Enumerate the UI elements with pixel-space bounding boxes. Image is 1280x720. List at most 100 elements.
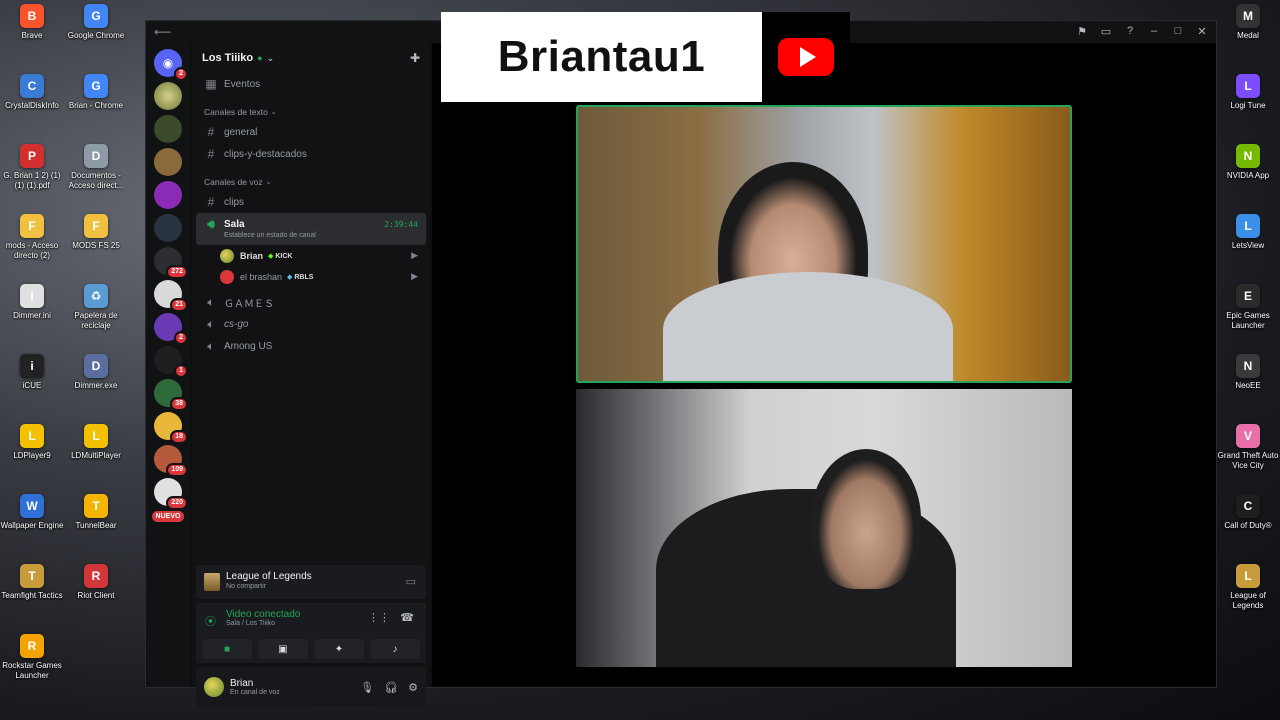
channel-clips-destacados[interactable]: # clips-y-destacados [196,143,426,165]
server-icon[interactable]: 18 [154,412,188,444]
avatar [220,269,234,284]
desktop-icon[interactable]: F MODS FS 25 [64,214,128,251]
channel-status-text[interactable]: Establece un estado de canal [224,232,316,239]
hash-icon: # [207,125,215,139]
headphones-icon[interactable]: 🎧︎ [384,681,398,694]
desktop-icon[interactable]: R Riot Client [64,564,128,601]
server-name: Los Tiiiko [202,52,254,64]
camera-icon: ▶ [411,250,418,260]
desktop-icon[interactable]: T TunnelBear [64,494,128,531]
category-text[interactable]: Canales de texto ⌄ [192,103,430,121]
server-icon[interactable]: 109 [154,445,188,477]
soundboard-button[interactable]: ♪ [370,639,420,659]
bookmark-icon[interactable]: ⚑ [1074,23,1090,39]
desktop-icon[interactable]: Fmods - Acceso directo (2) [0,214,64,261]
maximize-button[interactable]: □ [1170,23,1186,39]
desktop-icon[interactable]: i iCUE [0,354,64,391]
desktop-icon[interactable]: W Wallpaper Engine [0,494,64,531]
new-badge[interactable]: NUEVO [151,511,185,522]
desktop-icon[interactable]: R Rockstar Games Launcher [0,634,64,681]
screen-share-button[interactable]: ▣ [258,639,308,659]
voice-channel-games[interactable]: 🔈︎ ＧＡＭＥＳ [196,291,426,313]
channel-clips[interactable]: # clips [196,191,426,213]
app-icon: R [84,564,108,588]
server-icon[interactable]: 220 [154,478,188,510]
calendar-icon: ▦ [205,77,217,91]
server-icon[interactable]: 21 [154,280,188,312]
minimize-button[interactable]: – [1146,23,1162,39]
desktop-icon[interactable]: L League of Legends [1216,564,1280,611]
voice-user[interactable]: Brian ◆ KICK ▶ [192,245,430,266]
avatar[interactable] [204,677,224,697]
app-icon: V [1236,424,1260,448]
user-tag: ◆ KICK [268,252,292,260]
desktop-icon[interactable]: D Documentos - Acceso direct... [64,144,128,191]
desktop-icon[interactable]: T Teamfight Tactics [0,564,64,601]
screen-share-icon[interactable]: ▭ [406,575,416,588]
camera-button[interactable]: ■ [202,639,252,659]
desktop-icon[interactable]: M Medal [1216,4,1280,41]
back-arrow-icon[interactable]: ⟵ [154,25,171,39]
desktop-icon[interactable]: L LDPlayer9 [0,424,64,461]
desktop-icon[interactable]: P G. Brian 1 2) (1) (1) (1).pdf [0,144,64,191]
desktop-icon[interactable]: G Google Chrome [64,4,128,41]
desktop-icon-label: NeoEE [1235,381,1261,390]
inbox-icon[interactable]: ▭ [1098,23,1114,39]
voice-channel-csgo[interactable]: 🔈︎ cs-go [196,313,426,335]
app-icon: N [1236,144,1260,168]
help-icon[interactable]: ? [1122,23,1138,39]
gear-icon[interactable]: ⚙ [408,681,418,694]
microphone-icon[interactable]: 🎙︎ [360,681,374,694]
desktop-icon[interactable]: L LetsView [1216,214,1280,251]
server-icon[interactable] [154,148,182,176]
desktop-icon[interactable]: N NeoEE [1216,354,1280,391]
desktop-icon[interactable]: E Epic Games Launcher [1216,284,1280,331]
close-button[interactable]: ✕ [1194,23,1210,39]
server-icon[interactable]: 272 [154,247,188,279]
desktop-icon[interactable]: C Call of Duty® [1216,494,1280,531]
activity-panel[interactable]: League of Legends No compartir ▭ [196,565,426,599]
desktop-icon-label: Grand Theft Auto Vice City [1217,451,1279,470]
discord-home-icon[interactable]: ◉ 2 [154,49,188,81]
desktop-icon[interactable]: i Dimmer.ini [0,284,64,321]
video-tile-brian[interactable] [576,105,1072,383]
voice-channel-sala[interactable]: 🔊︎ Sala 2:39:44 Establece un estado de c… [196,213,426,245]
server-icon[interactable] [154,181,182,209]
desktop-icon[interactable]: G Brian - Chrome [64,74,128,111]
server-icon[interactable]: 38 [154,379,188,411]
desktop-icon[interactable]: L Logi Tune [1216,74,1280,111]
channel-label: ＧＡＭＥＳ [224,298,274,310]
youtube-play-icon [778,38,834,76]
desktop-icon[interactable]: L LDMultiPlayer [64,424,128,461]
desktop-icon[interactable]: B Brave [0,4,64,41]
server-header[interactable]: Los Tiiiko ● ⌄ ✚ [192,43,430,73]
discord-window: ⟵ ⚑ ▭ ? – □ ✕ ◉ 2 272 21 2 1 38 18 109 22… [145,20,1217,707]
disconnect-icon[interactable]: ☎ [400,611,414,624]
desktop-icon-label: Brave [21,31,43,40]
voice-channel-among-us[interactable]: 🔈︎ Among US [196,335,426,357]
noise-suppression-icon[interactable]: ⋮⋮ [368,611,390,624]
participant-shirt [663,272,953,381]
category-voice[interactable]: Canales de voz ⌄ [192,173,430,191]
server-icon[interactable] [154,82,182,110]
server-icon[interactable] [154,115,182,143]
desktop-icon[interactable]: V Grand Theft Auto Vice City [1216,424,1280,471]
channel-label: clips-y-destacados [224,148,307,160]
server-icon[interactable]: 1 [154,346,188,378]
activities-button[interactable]: ✦ [314,639,364,659]
desktop-icon-label: G. Brian 1 2) (1) (1) (1).pdf [3,171,61,190]
video-tile-el-brashan[interactable] [576,389,1072,667]
server-folder[interactable]: 2 [154,313,188,345]
desktop-icon[interactable]: N NVIDIA App [1216,144,1280,181]
desktop-icon[interactable]: C CrystalDiskInfo [0,74,64,111]
voice-user[interactable]: el brashan ◆ RBLS ▶ [192,266,430,287]
desktop-icon-label: mods - Acceso directo (2) [5,241,59,260]
events-item[interactable]: ▦ Eventos [196,73,426,95]
add-member-icon[interactable]: ✚ [410,51,420,65]
app-icon: T [20,564,44,588]
tag-label: RBLS [294,273,314,281]
desktop-icon[interactable]: ♻ Papelera de reciclaje [64,284,128,331]
channel-general[interactable]: # general [196,121,426,143]
desktop-icon[interactable]: D Dimmer.exe [64,354,128,391]
server-icon[interactable] [154,214,182,242]
